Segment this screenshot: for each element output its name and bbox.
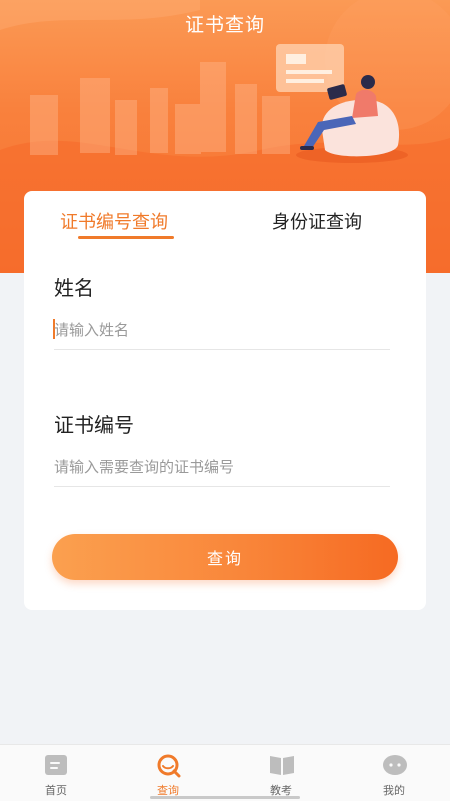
tabbar-item-home[interactable]: 首页 [0, 745, 112, 801]
chat-bubble-icon [383, 755, 407, 775]
tabbar-item-query[interactable]: 查询 [112, 745, 224, 801]
tabbar-item-mine[interactable]: 我的 [338, 745, 450, 801]
active-tab-indicator [78, 236, 174, 239]
tabbar-label-mine: 我的 [383, 784, 405, 797]
search-icon [157, 754, 181, 778]
query-card: 证书编号查询 身份证查询 姓名 证书编号 查询 [24, 191, 426, 610]
tabbar-item-exam[interactable]: 教考 [225, 745, 337, 801]
name-label: 姓名 [54, 276, 94, 300]
home-indicator [150, 796, 300, 799]
document-icon [45, 755, 67, 775]
cert-number-label: 证书编号 [54, 413, 134, 437]
page-title: 证书查询 [184, 14, 265, 36]
bottom-tab-bar: 首页 查询 教考 我的 [0, 744, 450, 801]
book-icon [270, 756, 294, 775]
cert-number-input[interactable] [54, 452, 390, 482]
cert-number-divider [54, 486, 390, 487]
query-button[interactable]: 查询 [52, 534, 398, 580]
name-divider [54, 349, 390, 350]
tabbar-label-home: 首页 [45, 784, 67, 797]
name-input[interactable] [54, 315, 390, 345]
tab-id-card[interactable]: 身份证查询 [272, 208, 362, 234]
tab-cert-number[interactable]: 证书编号查询 [60, 208, 168, 234]
